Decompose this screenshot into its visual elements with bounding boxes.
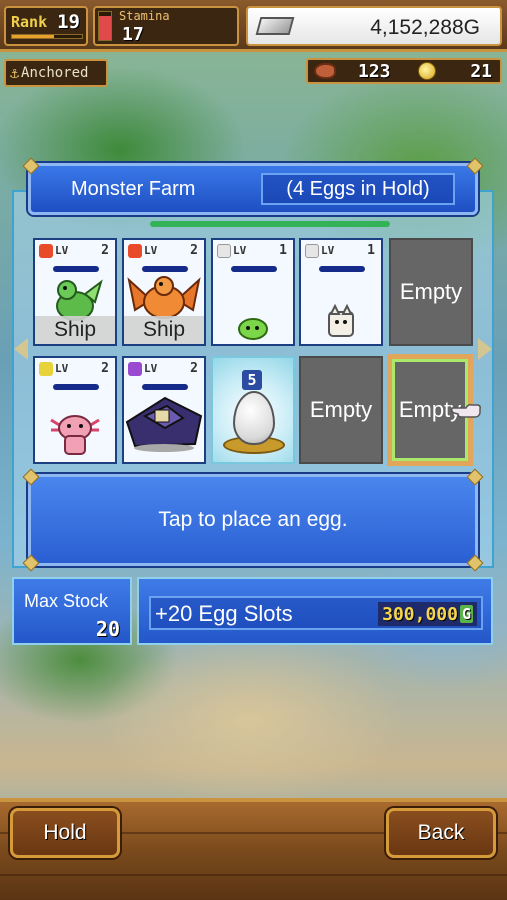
level-label: LV <box>144 362 158 375</box>
plank-divider <box>0 874 507 876</box>
egg-slot-upgrade-button[interactable]: +20 Egg Slots 300,000 G <box>149 596 483 630</box>
farm-message: Tap to place an egg. <box>22 468 484 572</box>
white-cat-icon <box>328 304 354 337</box>
slot-header: LV 2 <box>128 361 200 378</box>
empty-slot-label: Empty <box>309 397 373 422</box>
level-label: LV <box>233 244 247 257</box>
top-hud: Rank 19 Stamina 17 4,152,288G <box>0 0 507 52</box>
slot-header: LV 1 <box>305 243 377 260</box>
farm-title: Monster Farm <box>71 178 196 200</box>
gold-display: 4,152,288G <box>246 6 502 46</box>
medal-icon <box>418 62 436 80</box>
fire-element-icon <box>39 244 53 258</box>
dark-element-icon <box>128 362 142 376</box>
ship-tag: Ship <box>124 316 204 344</box>
farm-slot-8[interactable]: 5 <box>211 356 295 464</box>
farm-slot-5[interactable]: Empty <box>389 238 473 346</box>
max-stock-display: Max Stock 20 <box>12 577 132 645</box>
bottom-bar: Hold Back <box>0 798 507 900</box>
hold-button[interactable]: Hold <box>10 808 120 858</box>
rank-display: Rank 19 <box>4 6 88 46</box>
level-label: LV <box>144 244 158 257</box>
level-label: LV <box>55 244 69 257</box>
stamina-display: Stamina 17 <box>93 6 239 46</box>
rank-label: Rank <box>11 13 48 31</box>
thunder-element-icon <box>39 362 53 376</box>
level-value: 1 <box>367 243 375 258</box>
level-value: 2 <box>101 243 109 258</box>
egg-icon <box>233 391 275 445</box>
slot-header: LV 2 <box>128 243 200 260</box>
level-label: LV <box>321 244 335 257</box>
page-scroll-thumb[interactable] <box>150 221 390 227</box>
upgrade-label: +20 Egg Slots <box>155 601 293 626</box>
max-stock-label: Max Stock <box>24 591 109 611</box>
medal-value: 21 <box>470 61 492 82</box>
page-right-arrow[interactable] <box>478 338 492 360</box>
level-label: LV <box>55 362 69 375</box>
farm-slot-4[interactable]: LV 1 <box>299 238 383 346</box>
ship-tag: Ship <box>35 316 115 344</box>
meat-icon <box>314 63 336 79</box>
rank-value: 19 <box>57 11 80 33</box>
level-value: 1 <box>279 243 287 258</box>
hp-bar <box>53 266 99 272</box>
hp-bar <box>231 266 277 272</box>
anchor-icon: ⚓ <box>10 64 20 82</box>
slot-header: LV 1 <box>217 243 289 260</box>
max-stock-value: 20 <box>95 617 120 641</box>
gold-value: 4,152,288G <box>370 16 480 39</box>
hp-bar <box>319 266 365 272</box>
stamina-gauge <box>98 11 112 41</box>
farm-slot-9[interactable]: Empty <box>299 356 383 464</box>
farm-slot-6[interactable]: LV 2 <box>33 356 117 464</box>
eggs-in-hold-count: (4 Eggs in Hold) <box>261 173 455 205</box>
fire-element-icon <box>128 244 142 258</box>
anchored-label: Anchored <box>21 65 89 81</box>
food-value: 123 <box>358 61 391 82</box>
resource-bar: 123 21 <box>306 58 502 84</box>
rank-progress-bar <box>11 34 83 39</box>
egg-slot-upgrade[interactable]: +20 Egg Slots 300,000 G <box>137 577 493 645</box>
level-value: 2 <box>190 361 198 376</box>
dark-knight-icon <box>125 396 203 452</box>
slot-header: LV 2 <box>39 361 111 378</box>
farm-message-text: Tap to place an egg. <box>158 508 348 531</box>
stamina-gauge-fill <box>99 16 111 40</box>
hp-bar <box>142 384 188 390</box>
silver-ingot-icon <box>255 17 295 35</box>
page-scroll-track[interactable] <box>150 221 390 227</box>
neutral-element-icon <box>305 244 319 258</box>
upgrade-price-value: 300,000 <box>382 603 458 625</box>
slot-header: LV 2 <box>39 243 111 260</box>
farm-slot-7[interactable]: LV 2 <box>122 356 206 464</box>
farm-slot-3[interactable]: LV 1 <box>211 238 295 346</box>
farm-title-bar: Monster Farm (4 Eggs in Hold) <box>22 157 484 215</box>
back-button[interactable]: Back <box>386 808 496 858</box>
pink-axolotl-icon <box>50 415 100 455</box>
level-value: 2 <box>101 361 109 376</box>
orange-dragon-icon <box>127 276 201 319</box>
empty-slot-label: Empty <box>399 279 463 304</box>
rank-progress-fill <box>12 35 54 38</box>
egg-count-badge: 5 <box>242 370 262 390</box>
gold-currency-icon: G <box>459 605 473 623</box>
stamina-label: Stamina <box>119 9 170 23</box>
page-left-arrow[interactable] <box>14 338 28 360</box>
pointer-hand-icon <box>451 404 481 418</box>
green-slime-icon <box>238 318 268 340</box>
hp-bar <box>53 384 99 390</box>
upgrade-price: 300,000 G <box>378 602 477 626</box>
farm-slot-1[interactable]: LV 2 Ship <box>33 238 117 346</box>
stamina-value: 17 <box>122 24 144 45</box>
anchored-status: ⚓ Anchored <box>4 59 108 87</box>
level-value: 2 <box>190 243 198 258</box>
farm-slot-2[interactable]: LV 2 Ship <box>122 238 206 346</box>
neutral-element-icon <box>217 244 231 258</box>
